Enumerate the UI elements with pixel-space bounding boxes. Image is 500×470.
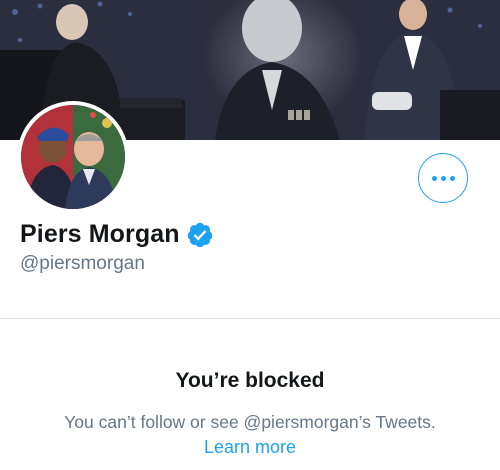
profile-avatar[interactable]	[17, 101, 129, 213]
section-divider	[0, 318, 500, 319]
verified-badge-icon	[186, 221, 214, 249]
avatar-photo	[21, 105, 125, 209]
learn-more-link[interactable]: Learn more	[0, 437, 500, 458]
profile-page: Piers Morgan @piersmorgan You’re blocked…	[0, 0, 500, 470]
blocked-description: You can’t follow or see @piersmorgan’s T…	[64, 412, 436, 432]
profile-name-row: Piers Morgan	[20, 220, 214, 249]
more-horizontal-icon	[431, 175, 455, 181]
more-options-button[interactable]	[418, 153, 468, 203]
display-name: Piers Morgan	[20, 220, 180, 248]
profile-handle: @piersmorgan	[20, 253, 145, 274]
blocked-title: You’re blocked	[175, 369, 325, 392]
